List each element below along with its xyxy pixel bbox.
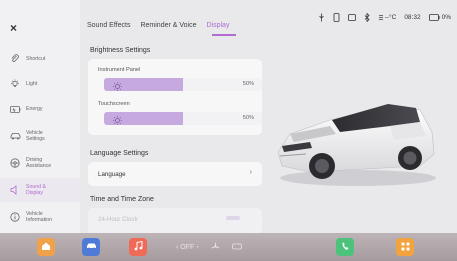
climate-temperature[interactable]: ‹ OFF › xyxy=(176,244,199,251)
clock: 08:32 xyxy=(404,14,421,21)
phone-handset-icon xyxy=(341,238,350,256)
slider-value: 50% xyxy=(242,115,254,121)
time-format-row: 24-Hour Clock xyxy=(88,208,262,233)
battery-icon xyxy=(4,105,26,114)
sidebar-item-label: Sound & Display xyxy=(26,184,46,196)
brightness-card: Instrument Panel 50% Touchscreen 50% xyxy=(88,59,262,135)
settings-panel: Brightness Settings Instrument Panel 50%… xyxy=(82,38,268,233)
instrument-panel-label: Instrument Panel xyxy=(98,67,141,73)
temperature-readout: --°C xyxy=(384,14,397,21)
bluetooth-icon xyxy=(364,13,370,22)
speaker-icon xyxy=(4,185,26,195)
message-icon xyxy=(347,13,356,22)
sidebar-item-label: Driving Assistance xyxy=(26,157,52,169)
vehicle-image xyxy=(277,104,436,186)
seat-heat-icon[interactable] xyxy=(231,243,242,253)
grid-icon xyxy=(401,238,410,256)
sidebar-item-shortcut[interactable]: Shortcut xyxy=(0,47,80,71)
sidebar-item-light[interactable]: Light xyxy=(0,72,80,96)
section-title-brightness: Brightness Settings xyxy=(90,47,151,54)
sidebar-item-driving-assistance[interactable]: Driving Assistance xyxy=(0,151,80,175)
section-title-language: Language Settings xyxy=(90,150,149,157)
section-title-time-zone: Time and Time Zone xyxy=(90,196,154,203)
dock: ‹ OFF › xyxy=(0,233,457,261)
time-format-label: 24-Hour Clock xyxy=(98,216,138,223)
usb-icon xyxy=(318,13,325,22)
close-button[interactable]: × xyxy=(10,21,17,35)
car-icon xyxy=(86,238,97,256)
sun-icon xyxy=(112,113,123,125)
chevron-right-icon: › xyxy=(249,169,252,176)
status-bar: --°C 08:32 0% xyxy=(318,13,451,22)
sidebar-item-label: Vehicle Information xyxy=(26,211,52,223)
slider-value: 50% xyxy=(242,81,254,87)
phone-app-button[interactable] xyxy=(336,238,354,256)
climate-controls: ‹ OFF › xyxy=(176,242,242,253)
music-app-button[interactable] xyxy=(129,238,147,256)
music-note-icon xyxy=(134,238,143,256)
temperature-icon xyxy=(378,14,384,22)
apps-grid-button[interactable] xyxy=(396,238,414,256)
paperclip-icon xyxy=(4,54,26,64)
car-icon xyxy=(4,132,26,141)
home-app-button[interactable] xyxy=(37,238,55,256)
battery-status-icon xyxy=(428,14,440,21)
battery-percent: 0% xyxy=(441,14,451,21)
sidebar-item-vehicle-information[interactable]: Vehicle Information xyxy=(0,205,80,229)
tab-bar: Sound Effects Reminder & Voice Display xyxy=(87,22,229,29)
sidebar-item-label: Vehicle Settings xyxy=(26,130,45,142)
touchscreen-label: Touchscreen xyxy=(98,101,130,107)
sidebar-item-label: Shortcut xyxy=(26,56,46,62)
touchscreen-slider[interactable]: 50% xyxy=(104,112,262,125)
tab-display[interactable]: Display xyxy=(207,22,230,29)
language-row[interactable]: Language › xyxy=(88,162,262,186)
sidebar-item-label: Light xyxy=(26,81,38,87)
fan-icon[interactable] xyxy=(211,242,220,253)
instrument-panel-slider[interactable]: 50% xyxy=(104,78,262,91)
active-tab-indicator xyxy=(212,34,236,36)
home-icon xyxy=(41,238,51,256)
language-row-label: Language xyxy=(98,171,126,178)
sidebar-item-sound-display[interactable]: Sound & Display xyxy=(0,178,80,202)
time-format-toggle[interactable] xyxy=(226,216,240,220)
sidebar-item-vehicle-settings[interactable]: Vehicle Settings xyxy=(0,124,80,148)
sidebar-item-label: Energy xyxy=(26,106,43,112)
vehicle-app-button[interactable] xyxy=(82,238,100,256)
phone-icon xyxy=(333,13,340,22)
sidebar: × Shortcut Light Energy Vehicle Settings… xyxy=(0,0,80,233)
sun-icon xyxy=(112,79,123,91)
tab-sound-effects[interactable]: Sound Effects xyxy=(87,22,130,29)
info-icon xyxy=(4,212,26,222)
tab-reminder-voice[interactable]: Reminder & Voice xyxy=(140,22,196,29)
steering-wheel-icon xyxy=(4,158,26,168)
sidebar-item-energy[interactable]: Energy xyxy=(0,97,80,121)
light-bulb-icon xyxy=(4,79,26,89)
